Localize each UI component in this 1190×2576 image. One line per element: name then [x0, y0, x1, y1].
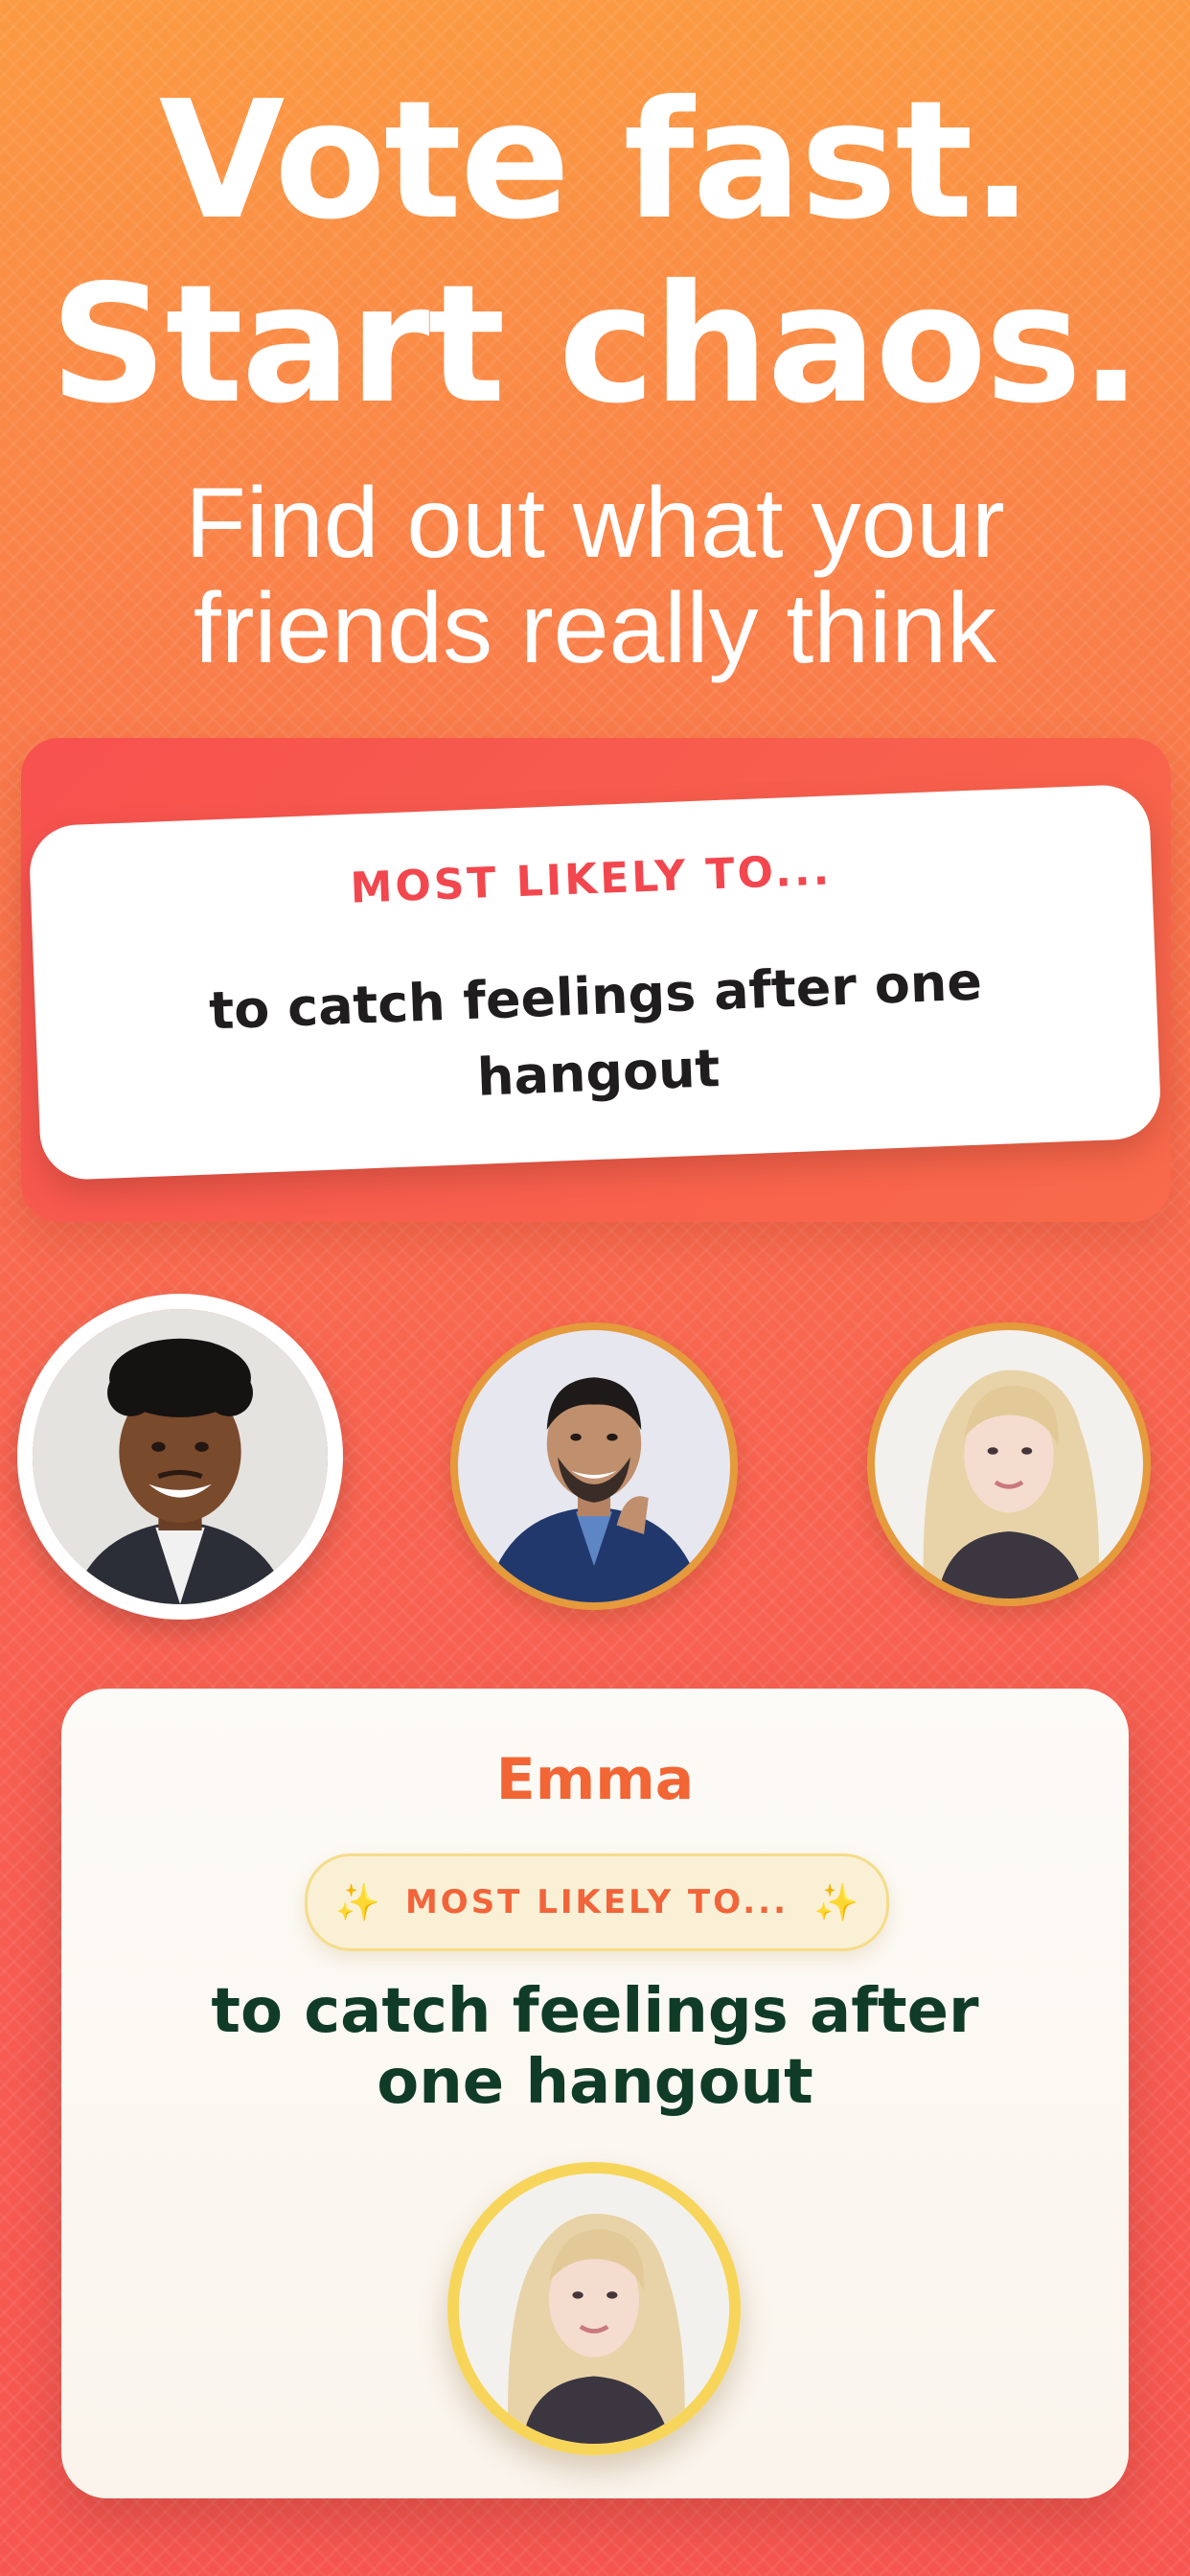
avatar-photo-blonde-woman — [459, 2174, 729, 2444]
avatar-option-3[interactable] — [867, 1322, 1151, 1606]
subheadline-line-1: Find out what your — [185, 468, 1005, 579]
question-card-text: to catch feelings after one hangout — [208, 951, 983, 1108]
subheadline-line-2: friends really think — [193, 573, 997, 684]
avatar-photo-man-suit — [33, 1309, 328, 1604]
question-card[interactable]: MOST LIKELY TO... to catch feelings afte… — [28, 783, 1162, 1182]
badge-label: MOST LIKELY TO... — [404, 1883, 790, 1921]
avatar-photo-man-blazer — [458, 1330, 730, 1602]
most-likely-badge: ✨ MOST LIKELY TO... ✨ — [305, 1853, 889, 1951]
result-question-text: to catch feelings after one hangout — [211, 1976, 979, 2118]
sparkle-icon: ✨ — [334, 1880, 380, 1923]
winner-avatar — [447, 2162, 741, 2455]
headline-line-2: Start chaos. — [50, 250, 1142, 440]
avatar-photo-blonde-woman — [875, 1330, 1143, 1598]
avatar-option-1[interactable] — [17, 1294, 343, 1620]
question-card-label: MOST LIKELY TO... — [349, 845, 834, 913]
result-card: Emma ✨ MOST LIKELY TO... ✨ to catch feel… — [61, 1689, 1129, 2498]
winner-name: Emma — [495, 1746, 695, 1813]
sparkle-icon: ✨ — [813, 1880, 859, 1923]
headline-line-1: Vote fast. — [158, 66, 1034, 256]
avatar-option-2[interactable] — [450, 1322, 738, 1610]
